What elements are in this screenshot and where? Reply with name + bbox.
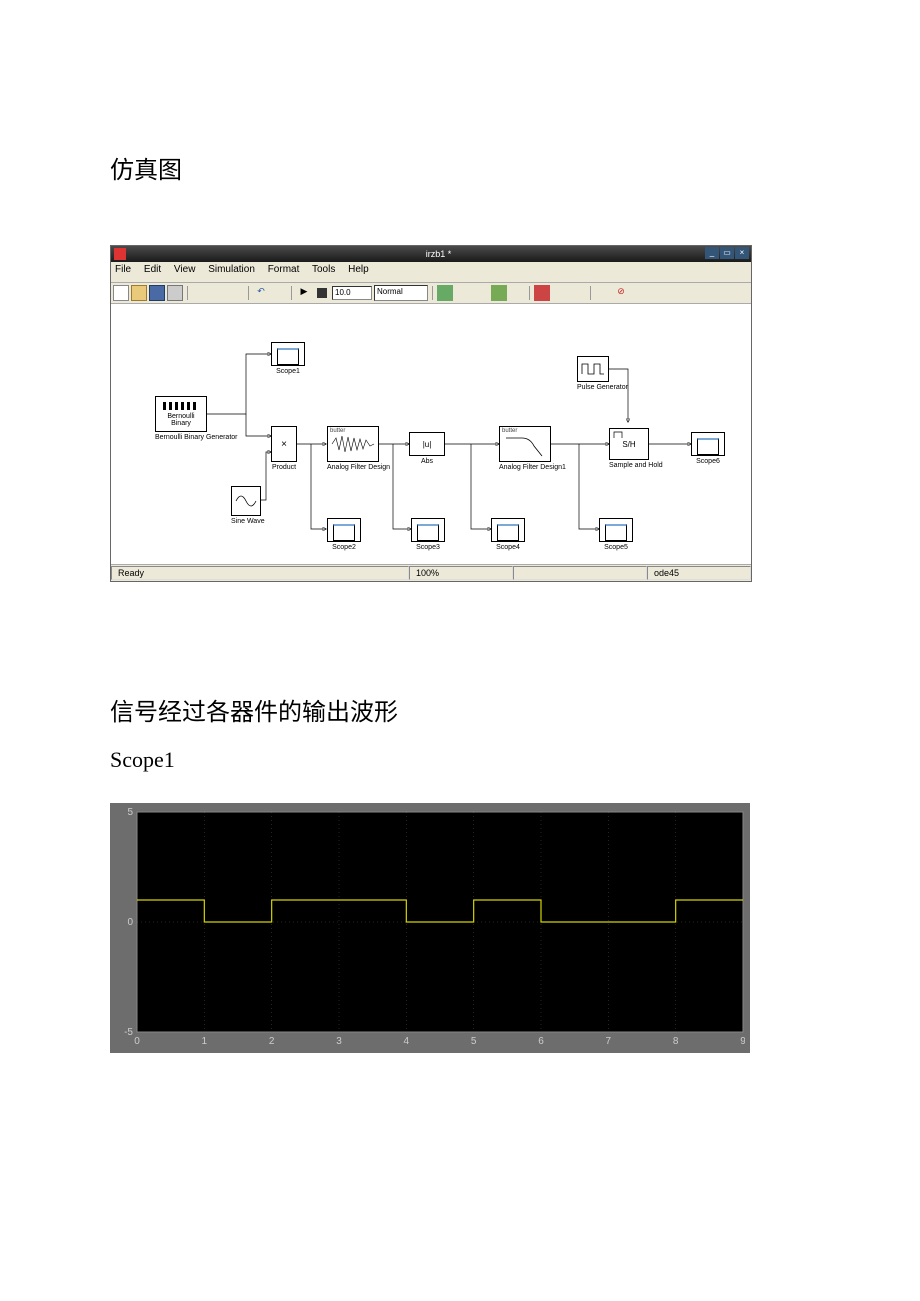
block-bernoulli-binary-generator[interactable]: Bernoulli Binary Bernoulli Binary Genera… <box>155 396 238 442</box>
paste-icon[interactable] <box>228 285 244 301</box>
block-label: Scope4 <box>491 544 525 552</box>
subheading-scope1: Scope1 <box>110 747 810 773</box>
copy-icon[interactable] <box>210 285 226 301</box>
menu-file[interactable]: File <box>115 264 131 275</box>
stop-icon[interactable] <box>317 288 327 298</box>
simulink-window: irzb1 * _ ▭ × File Edit View Simulation … <box>110 245 752 582</box>
window-close-button[interactable]: × <box>735 247 749 259</box>
tool-icon-1[interactable] <box>437 285 453 301</box>
window-minimize-button[interactable]: _ <box>705 247 719 259</box>
tool-icon-9[interactable]: ⊘ <box>613 285 629 301</box>
menu-tools[interactable]: Tools <box>312 264 335 275</box>
heading-simulation: 仿真图 <box>110 150 810 185</box>
block-label: Scope2 <box>327 544 361 552</box>
heading-output-waveforms: 信号经过各器件的输出波形 <box>110 692 810 727</box>
svg-text:1: 1 <box>202 1036 208 1047</box>
block-label: Scope3 <box>411 544 445 552</box>
block-analog-filter-design[interactable]: butter Analog Filter Design <box>327 426 390 472</box>
print-icon[interactable] <box>167 285 183 301</box>
menu-edit[interactable]: Edit <box>144 264 161 275</box>
block-label: Analog Filter Design1 <box>499 464 566 472</box>
svg-text:8: 8 <box>673 1036 679 1047</box>
block-label: Abs <box>409 458 445 466</box>
block-scope4[interactable]: Scope4 <box>491 518 525 552</box>
block-text: Bernoulli <box>167 413 194 420</box>
status-zoom: 100% <box>409 566 513 580</box>
undo-icon[interactable]: ↶ <box>253 285 269 301</box>
model-canvas[interactable]: Bernoulli Binary Bernoulli Binary Genera… <box>111 304 751 564</box>
svg-text:5: 5 <box>471 1036 477 1047</box>
block-label: Analog Filter Design <box>327 464 390 472</box>
block-label: Sine Wave <box>231 518 265 526</box>
toolbar: ↶ ▶ 10.0 Normal ⊘ <box>111 283 751 304</box>
window-icon <box>114 248 126 260</box>
svg-text:-5: -5 <box>124 1027 133 1038</box>
stop-time-input[interactable]: 10.0 <box>332 286 372 300</box>
block-label: Scope1 <box>271 368 305 376</box>
svg-text:0: 0 <box>127 917 133 928</box>
status-solver: ode45 <box>647 566 751 580</box>
svg-text:0: 0 <box>134 1036 140 1047</box>
tool-icon-3[interactable] <box>473 285 489 301</box>
tool-icon-8[interactable] <box>595 285 611 301</box>
menu-simulation[interactable]: Simulation <box>208 264 255 275</box>
library-icon[interactable] <box>534 285 550 301</box>
svg-text:9: 9 <box>740 1036 745 1047</box>
save-icon[interactable] <box>149 285 165 301</box>
block-scope2[interactable]: Scope2 <box>327 518 361 552</box>
statusbar: Ready 100% ode45 <box>111 564 751 581</box>
menu-view[interactable]: View <box>174 264 196 275</box>
menu-help[interactable]: Help <box>348 264 369 275</box>
svg-text:3: 3 <box>336 1036 342 1047</box>
svg-text:4: 4 <box>404 1036 410 1047</box>
status-ready: Ready <box>111 566 409 580</box>
play-icon[interactable]: ▶ <box>296 285 312 301</box>
block-sample-and-hold[interactable]: S/H Sample and Hold <box>609 428 663 470</box>
window-titlebar: irzb1 * _ ▭ × <box>111 246 751 262</box>
block-label: Sample and Hold <box>609 462 663 470</box>
tool-icon-5[interactable] <box>509 285 525 301</box>
mode-select[interactable]: Normal <box>374 285 428 301</box>
tool-icon-7[interactable] <box>570 285 586 301</box>
block-label: Pulse Generator <box>577 384 628 392</box>
block-abs[interactable]: |u| Abs <box>409 432 445 466</box>
svg-text:7: 7 <box>606 1036 612 1047</box>
block-scope5[interactable]: Scope5 <box>599 518 633 552</box>
status-empty <box>513 566 647 580</box>
block-label: Bernoulli Binary Generator <box>155 434 238 442</box>
block-text: Binary <box>171 420 191 427</box>
corner-text: butter <box>330 428 345 434</box>
svg-text:6: 6 <box>538 1036 544 1047</box>
svg-text:2: 2 <box>269 1036 275 1047</box>
redo-icon[interactable] <box>271 285 287 301</box>
block-scope1[interactable]: Scope1 <box>271 342 305 376</box>
svg-text:5: 5 <box>127 808 133 818</box>
block-label: Scope6 <box>691 458 725 466</box>
tool-icon-2[interactable] <box>455 285 471 301</box>
menubar: File Edit View Simulation Format Tools H… <box>111 262 751 283</box>
window-title: irzb1 * <box>126 249 751 259</box>
corner-text: butter <box>502 428 517 434</box>
block-scope3[interactable]: Scope3 <box>411 518 445 552</box>
tool-icon-6[interactable] <box>552 285 568 301</box>
open-icon[interactable] <box>131 285 147 301</box>
window-maximize-button[interactable]: ▭ <box>720 247 734 259</box>
block-scope6[interactable]: Scope6 <box>691 432 725 466</box>
block-sine-wave[interactable]: Sine Wave <box>231 486 265 526</box>
scope1-plot: 0123456789-505 <box>110 803 750 1053</box>
block-label: Product <box>271 464 297 472</box>
block-product[interactable]: × Product <box>271 426 297 472</box>
block-pulse-generator[interactable]: Pulse Generator <box>577 356 628 392</box>
block-analog-filter-design1[interactable]: butter Analog Filter Design1 <box>499 426 566 472</box>
block-label: Scope5 <box>599 544 633 552</box>
menu-format[interactable]: Format <box>268 264 300 275</box>
cut-icon[interactable] <box>192 285 208 301</box>
new-icon[interactable] <box>113 285 129 301</box>
tool-icon-4[interactable] <box>491 285 507 301</box>
